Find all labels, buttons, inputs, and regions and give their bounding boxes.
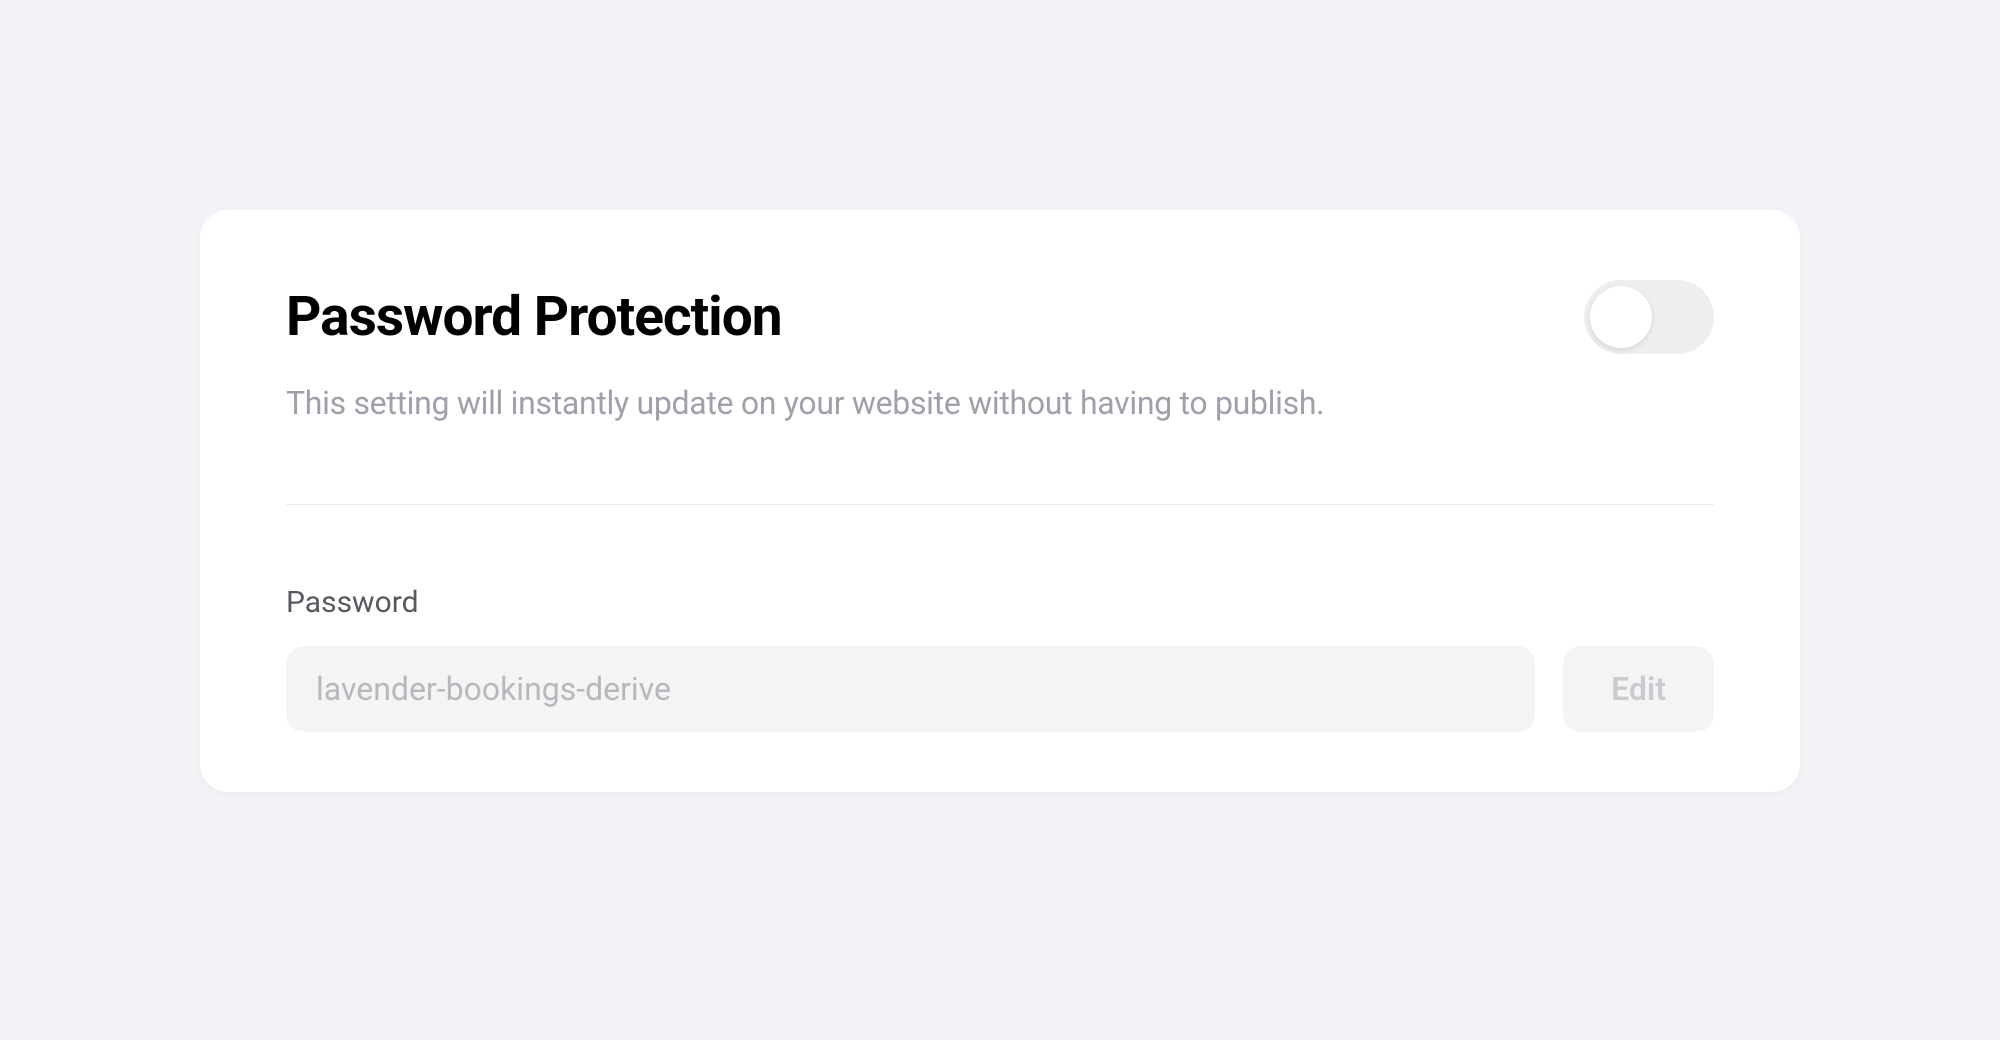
toggle-knob bbox=[1590, 286, 1652, 348]
card-title: Password Protection bbox=[286, 285, 782, 349]
card-description: This setting will instantly update on yo… bbox=[286, 384, 1714, 422]
password-protection-toggle[interactable] bbox=[1584, 280, 1714, 354]
password-label: Password bbox=[286, 585, 1714, 620]
edit-button[interactable]: Edit bbox=[1563, 646, 1714, 732]
password-input[interactable] bbox=[286, 646, 1535, 732]
password-protection-card: Password Protection This setting will in… bbox=[200, 210, 1800, 792]
card-header: Password Protection bbox=[286, 280, 1714, 354]
divider bbox=[286, 504, 1714, 505]
password-field-row: Edit bbox=[286, 646, 1714, 732]
